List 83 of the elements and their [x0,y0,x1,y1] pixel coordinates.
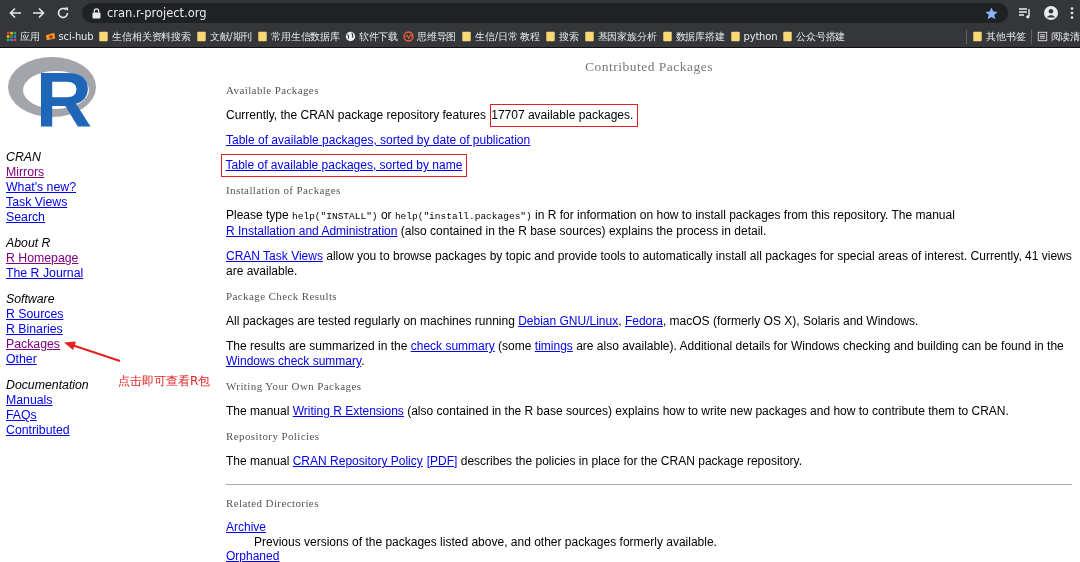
text-link[interactable]: Fedora [624,314,663,328]
text-link[interactable]: Writing R Extensions [292,404,404,418]
bookmark[interactable]: 基因家族分析 [583,28,657,45]
text-link[interactable]: Orphaned [226,549,280,562]
section-heading: Writing Your Own Packages [226,379,362,394]
text-link[interactable]: R Installation and Administration [226,224,398,238]
bookmark[interactable]: 公众号搭建 [782,28,846,45]
text-link[interactable]: CRAN Repository Policy [292,454,423,468]
folder-icon [98,31,110,42]
list-icon [1036,31,1048,42]
forward-icon[interactable] [32,6,46,20]
description: Previous versions of the packages listed above, and other packages formerly available. [254,534,717,549]
bookmark[interactable]: 常用生信数据库 [257,28,340,45]
address-field[interactable]: cran.r-project.org [82,3,1008,23]
paragraph: All packages are tested regularly on machines running Debian GNU/Linux, Fedora, macOS (formerly OS X), Solaris and Windows. [226,314,920,329]
section-heading: Repository Policies [226,429,320,444]
bookmark[interactable]: 文献/期刊 [195,28,253,45]
sidebar-link[interactable]: What's new? [6,180,76,195]
globe-icon [344,31,356,42]
bookmark[interactable]: 其他书签 [972,28,1026,45]
page-title: Contributed Packages [584,59,714,74]
text-link[interactable]: check summary [410,339,495,353]
folder-icon [782,31,794,42]
text-link[interactable]: [PDF] [426,454,458,468]
lock-icon [92,7,101,19]
star-icon[interactable] [985,6,998,20]
sidebar-link[interactable]: R Homepage [6,251,79,266]
sidebar-link[interactable]: Search [6,210,45,225]
bookmark[interactable]: 生信/日常 教程 [461,28,541,45]
section-heading: Related Directories [226,496,319,511]
text-link[interactable]: Table of available packages, sorted by name [225,158,463,172]
folder-icon [545,31,557,42]
sidebar-link[interactable]: R Sources [6,307,64,322]
sidebar-link[interactable]: Packages [6,337,60,352]
sidebar-link[interactable]: The R Journal [6,266,84,281]
bookmark[interactable]: 数据库搭建 [661,28,725,45]
mindmap-icon [402,31,414,42]
sidebar-link[interactable]: Task Views [6,195,68,210]
bookmark[interactable]: 软件下载 [344,28,398,45]
text-link[interactable]: Archive [226,520,266,535]
sidebar-link[interactable]: R Binaries [6,322,63,337]
section-heading: Package Check Results [226,289,338,304]
paragraph: Please type help("INSTALL") or help("install.packages") in R for information on how to install packages from this repository. The manual R Installation and Administration (also contained in the R base sources) explains the process in detail. [226,208,956,239]
sidebar-link[interactable]: FAQs [6,408,37,423]
folder-icon [583,31,595,42]
bookmark[interactable]: 搜索 [545,28,579,45]
section-heading: Installation of Packages [226,183,341,198]
paragraph: CRAN Task Views allow you to browse packages by topic and provide tools to automatically install all packages for special areas of interest. Currently, 41 views are available. [226,249,1072,279]
sidebar-link[interactable]: Manuals [6,393,53,408]
text-link[interactable]: Table of available packages, sorted by date of publication [226,133,531,147]
media-icon[interactable] [1018,6,1032,20]
reload-icon[interactable] [56,6,70,20]
text-link[interactable]: CRAN Task Views [226,249,323,263]
bookmark[interactable]: 生信相关资料搜索 [98,28,191,45]
folder-icon [729,31,741,42]
section-heading: Software [6,292,55,307]
profile-icon[interactable] [1042,6,1060,20]
folder-icon [661,31,673,42]
folder-icon [257,31,269,42]
bookmark[interactable]: 应用 [6,28,40,45]
sidebar-link[interactable]: Mirrors [6,165,45,180]
bookmark[interactable]: 阅读清 [1036,28,1080,45]
section-heading: About R [6,236,51,251]
folder-icon [461,31,473,42]
menu-icon[interactable] [1070,6,1074,20]
folder-icon [195,31,207,42]
section-heading: CRAN [6,150,41,165]
bookmark[interactable]: python [729,30,778,43]
section-heading: Available Packages [226,83,319,98]
section-heading: Documentation [6,378,89,393]
back-icon[interactable] [8,6,22,20]
paragraph: The results are summarized in the check summary (some timings are also available). Additional details for Windows checking and building can be found in the Windows check summary. [226,339,1065,369]
text-link[interactable]: timings [534,339,573,353]
bookmark[interactable]: 思维导图 [402,28,457,45]
paragraph: The manual CRAN Repository Policy [PDF] describes the policies in place for the CRAN package repository. [226,454,804,469]
annotation-note: 点击即可查看R包 [118,374,211,389]
sidebar-link[interactable]: Other [6,352,37,367]
paragraph: The manual Writing R Extensions (also contained in the R base sources) explains how to write new packages and how to contribute them to CRAN. [226,404,1010,419]
highlight-box: 17707 available packages. [490,104,639,127]
folder-icon [972,31,984,42]
sidebar-link[interactable]: Contributed [6,423,70,438]
apps-icon [6,31,17,42]
bookmark[interactable]: sci-hub [44,30,94,43]
